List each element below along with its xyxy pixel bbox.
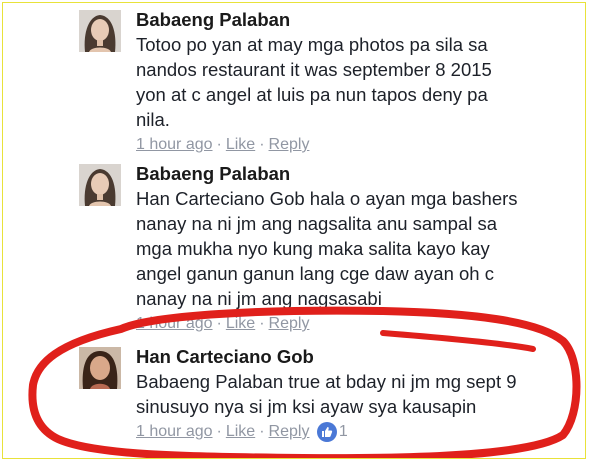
- timestamp-link[interactable]: 1 hour ago: [136, 136, 213, 153]
- separator-dot: ·: [216, 423, 222, 441]
- timestamp-link[interactable]: 1 hour ago: [136, 315, 213, 332]
- comment-line: yon at c angel at luis pa nun tapos deny…: [136, 84, 488, 105]
- comment-text: Babaeng Palaban true at bday ni jm mg se…: [136, 369, 581, 419]
- comment-line: angel ganun ganun lang cge daw ayan oh c: [136, 263, 494, 284]
- reply-link[interactable]: Reply: [269, 136, 310, 153]
- thumbs-up-icon: [316, 422, 337, 442]
- comment-line: nanay na ni jm ang nagsalita anu sampal …: [136, 213, 497, 234]
- comment-text: Totoo po yan at may mga photos pa sila s…: [136, 32, 581, 132]
- timestamp-link[interactable]: 1 hour ago: [136, 423, 213, 440]
- avatar[interactable]: [79, 164, 121, 206]
- comment-meta: 1 hour ago · Like · Reply: [136, 134, 581, 156]
- reply-link[interactable]: Reply: [269, 423, 310, 440]
- comment-body: Han Carteciano Gob Babaeng Palaban true …: [136, 345, 581, 443]
- reaction-summary[interactable]: 1: [316, 421, 348, 443]
- reaction-count: 1: [338, 423, 348, 440]
- reply-link[interactable]: Reply: [269, 315, 310, 332]
- like-link[interactable]: Like: [226, 423, 255, 440]
- separator-dot: ·: [259, 315, 265, 332]
- avatar[interactable]: [79, 347, 121, 389]
- separator-dot: ·: [259, 423, 265, 441]
- comment-line: Babaeng Palaban true at bday ni jm mg se…: [136, 371, 517, 392]
- separator-dot: ·: [259, 136, 265, 153]
- comment-line: nila.: [136, 109, 170, 130]
- comment-line: Totoo po yan at may mga photos pa sila s…: [136, 34, 488, 55]
- comment-meta: 1 hour ago · Like · Reply 1: [136, 421, 581, 443]
- separator-dot: ·: [216, 136, 222, 153]
- comment-line: nanay na ni jm ang nagsasabi: [136, 288, 382, 309]
- separator-dot: ·: [216, 315, 222, 332]
- avatar[interactable]: [79, 10, 121, 52]
- comment-body: Babaeng Palaban Han Carteciano Gob hala …: [136, 162, 581, 335]
- comment-author[interactable]: Han Carteciano Gob: [136, 345, 581, 369]
- comment-line: Han Carteciano Gob hala o ayan mga bashe…: [136, 188, 518, 209]
- comment-line: mga mukha nyo kung maka salita kayo kay: [136, 238, 490, 259]
- like-link[interactable]: Like: [226, 315, 255, 332]
- comment-author[interactable]: Babaeng Palaban: [136, 8, 581, 32]
- like-link[interactable]: Like: [226, 136, 255, 153]
- screenshot-frame: Babaeng Palaban Totoo po yan at may mga …: [2, 2, 586, 459]
- comment-line: nandos restaurant it was september 8 201…: [136, 59, 492, 80]
- comment-meta: 1 hour ago · Like · Reply: [136, 313, 581, 335]
- comment-body: Babaeng Palaban Totoo po yan at may mga …: [136, 8, 581, 156]
- comment-text: Han Carteciano Gob hala o ayan mga bashe…: [136, 186, 581, 311]
- comment-author[interactable]: Babaeng Palaban: [136, 162, 581, 186]
- comment-line: sinusuyo nya si jm ksi ayaw sya kausapin: [136, 396, 477, 417]
